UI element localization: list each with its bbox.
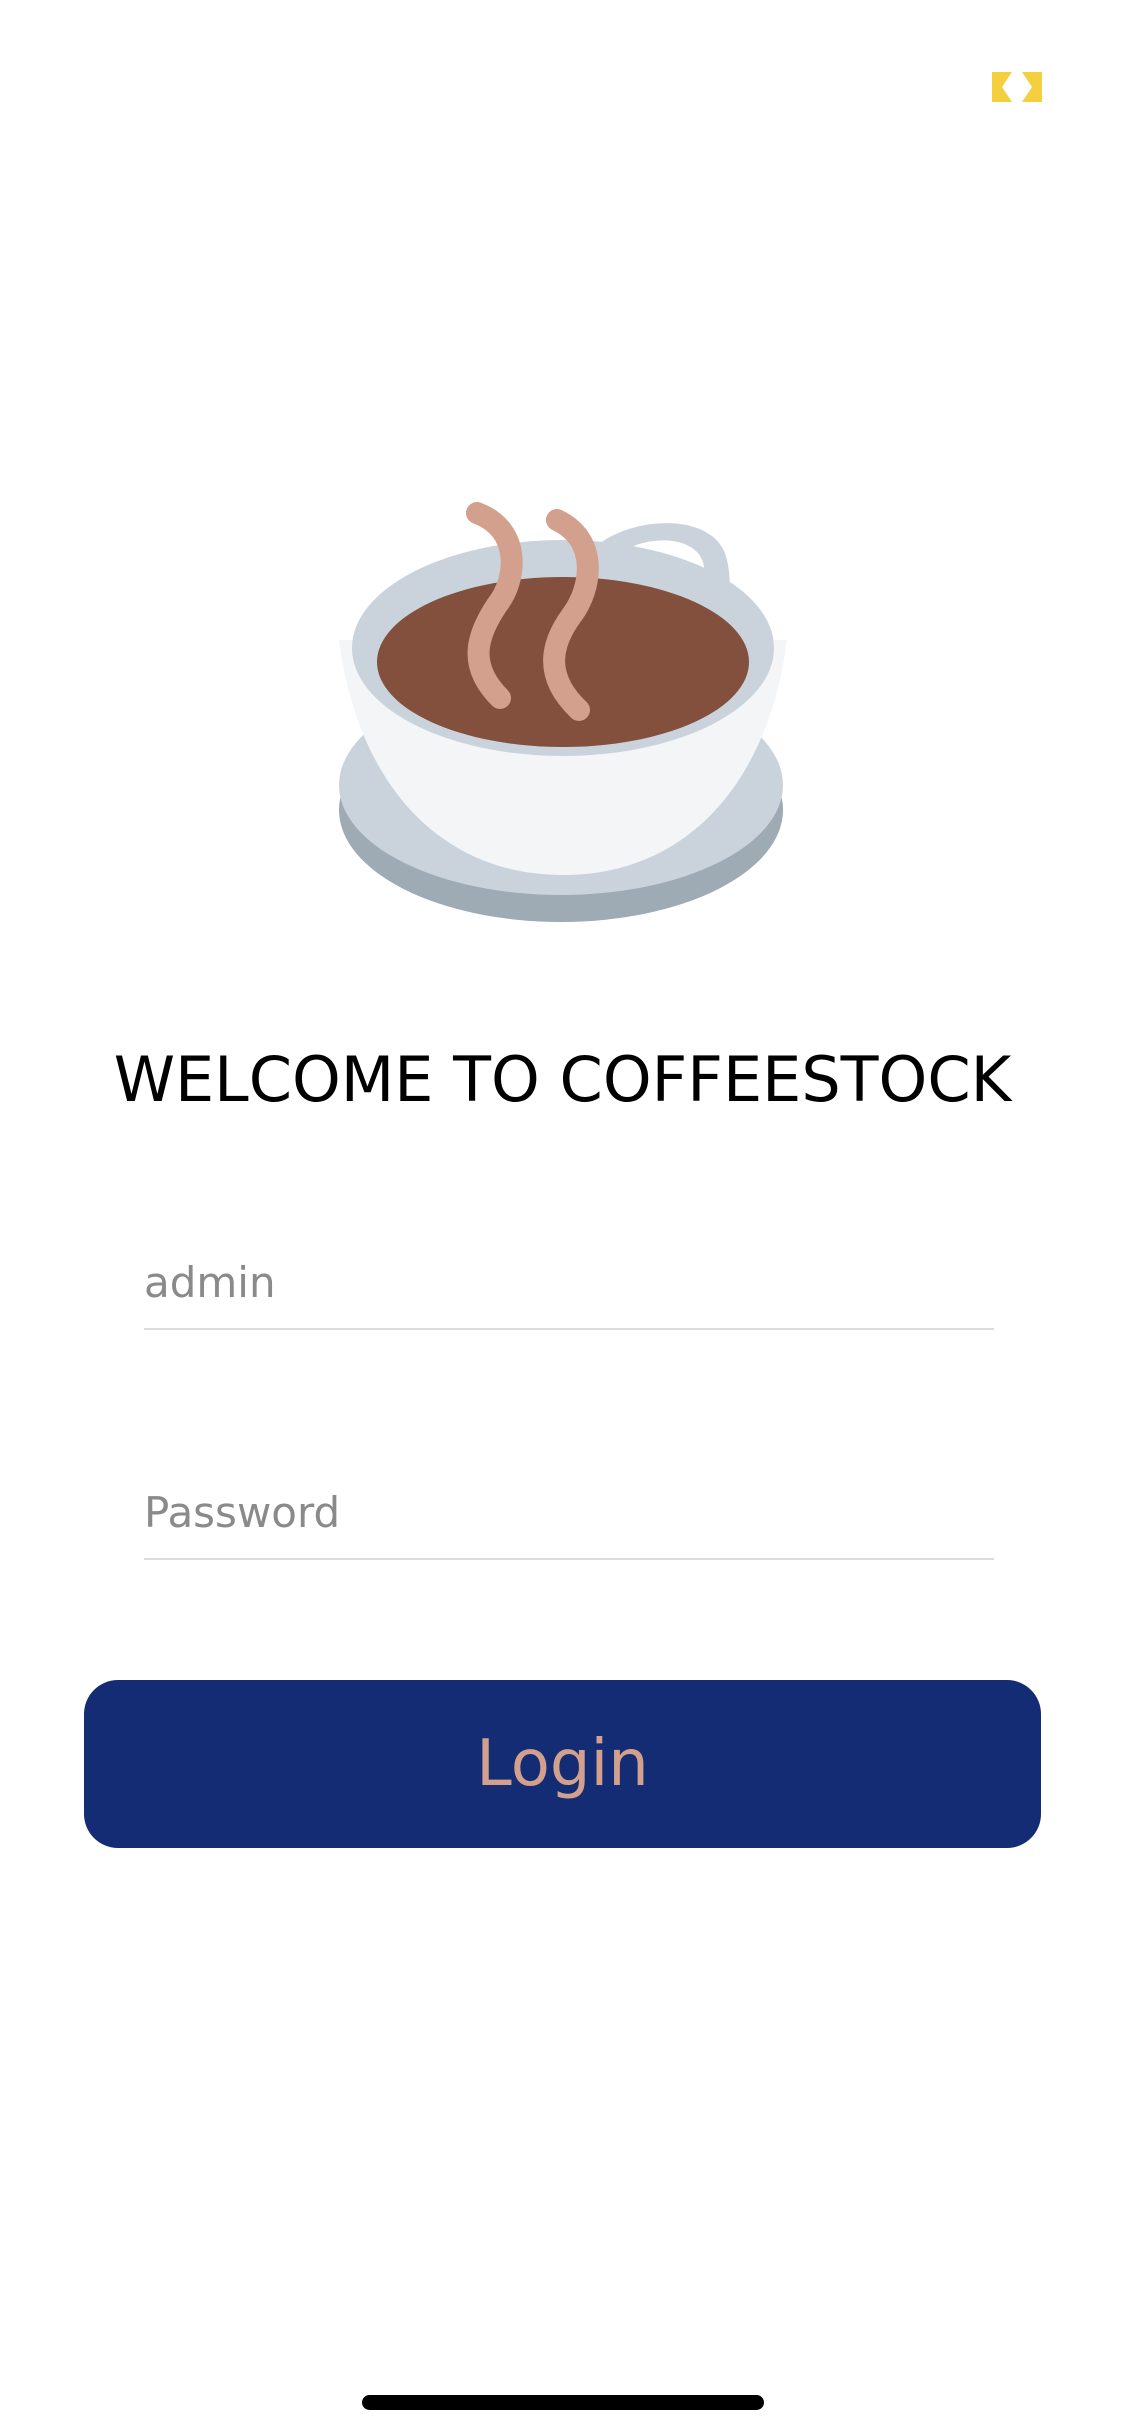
username-field[interactable] [144,1236,994,1330]
password-field[interactable] [144,1466,994,1560]
home-indicator [362,2395,764,2410]
expand-button[interactable] [988,70,1046,104]
coffee-cup-icon [339,502,787,922]
welcome-title: WELCOME TO COFFEESTOCK [113,1043,1012,1116]
login-button[interactable]: Login [84,1680,1041,1848]
coffee-hero [327,480,797,950]
expand-icon [992,72,1042,102]
